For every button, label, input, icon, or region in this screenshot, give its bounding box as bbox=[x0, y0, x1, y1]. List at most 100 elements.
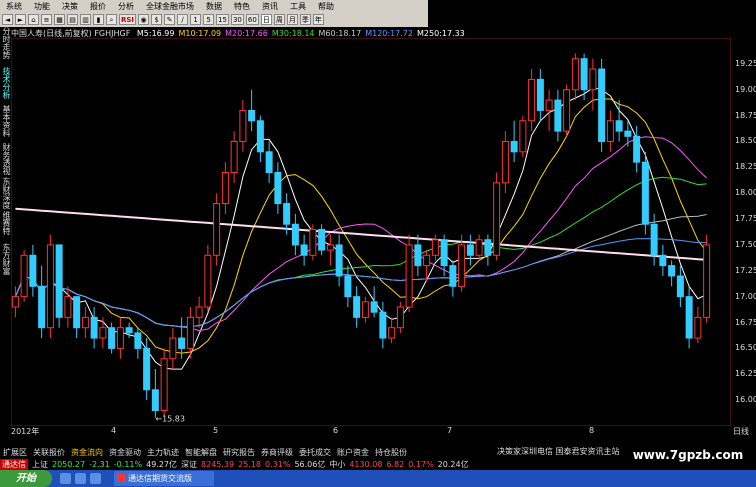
candle-body bbox=[160, 358, 168, 411]
period-year[interactable]: 年 bbox=[312, 14, 324, 25]
menu-item[interactable]: 工具 bbox=[284, 1, 312, 12]
date-tick: 5 bbox=[213, 426, 219, 435]
index-sh-value: 2050.27 bbox=[52, 459, 86, 469]
candle-body bbox=[265, 151, 273, 174]
bottom-tab[interactable]: 主力轨迹 bbox=[144, 447, 182, 458]
candle-body bbox=[405, 244, 413, 308]
candle-body bbox=[615, 120, 623, 132]
candlestick-chart[interactable]: ←15.83 bbox=[11, 38, 731, 426]
candle-body bbox=[659, 254, 667, 267]
taskbar: 开始 通达信期货交流版 bbox=[0, 470, 756, 487]
dollar-icon[interactable]: $ bbox=[151, 14, 163, 25]
ma-value: M10:17.09 bbox=[178, 29, 222, 38]
price-tick: 16.00 bbox=[735, 395, 756, 405]
watermark: www.7gpzb.com bbox=[620, 440, 756, 470]
left-tab[interactable]: 东财深度 bbox=[0, 177, 11, 209]
left-tab[interactable]: 财务透视 bbox=[0, 143, 11, 175]
candle-body bbox=[116, 327, 124, 349]
period-month[interactable]: 月 bbox=[286, 14, 298, 25]
bottom-tab[interactable]: 研究报告 bbox=[220, 447, 258, 458]
index-sz-change: 25.18 bbox=[238, 459, 262, 469]
bottom-tab[interactable]: 委托成交 bbox=[296, 447, 334, 458]
bar-icon[interactable]: ▥ bbox=[80, 14, 91, 25]
bottom-tab[interactable]: 账户资金 bbox=[334, 447, 372, 458]
left-tab[interactable]: 维赛特 bbox=[0, 211, 11, 235]
menu-item[interactable]: 报价 bbox=[84, 1, 112, 12]
candle-body bbox=[326, 244, 334, 251]
back-icon[interactable]: ◄ bbox=[2, 14, 13, 25]
search-icon[interactable]: ⌕ bbox=[106, 14, 117, 25]
menu-item[interactable]: 决策 bbox=[56, 1, 84, 12]
bottom-tab[interactable]: 资金流向 bbox=[68, 447, 106, 458]
taskbar-app[interactable]: 通达信期货交流版 bbox=[114, 471, 214, 486]
bottom-tab[interactable]: 扩展区 bbox=[0, 447, 30, 458]
home-icon[interactable]: ⌂ bbox=[28, 14, 39, 25]
candle-body bbox=[423, 254, 431, 267]
bottom-tab[interactable]: 资金驱动 bbox=[106, 447, 144, 458]
price-tick: 18.00 bbox=[735, 188, 756, 198]
rsi-button[interactable]: RSI bbox=[119, 14, 137, 25]
candle-body bbox=[335, 244, 343, 277]
grid-icon[interactable]: ▦ bbox=[54, 14, 65, 25]
candle-body bbox=[55, 244, 63, 318]
candle-body bbox=[606, 120, 614, 142]
period-day[interactable]: 日 bbox=[260, 14, 272, 25]
period-week[interactable]: 周 bbox=[273, 14, 285, 25]
menu-item[interactable]: 全球金融市场 bbox=[140, 1, 200, 12]
period-quarter[interactable]: 季 bbox=[299, 14, 311, 25]
index-sme-name: 中小 bbox=[329, 459, 346, 469]
desktop-icon[interactable] bbox=[90, 473, 101, 484]
candle-body bbox=[633, 135, 641, 163]
price-tick: 18.50 bbox=[735, 136, 756, 146]
menu-item[interactable]: 分析 bbox=[112, 1, 140, 12]
bottom-tab[interactable]: 智能解盘 bbox=[182, 447, 220, 458]
left-tab[interactable]: 东方财富 bbox=[0, 243, 11, 275]
index-sh-amount: 49.27亿 bbox=[146, 459, 178, 469]
ie-icon[interactable] bbox=[60, 473, 71, 484]
bottom-tab[interactable]: 券商评级 bbox=[258, 447, 296, 458]
candle-body bbox=[414, 244, 422, 267]
period-5[interactable]: 5 bbox=[203, 14, 215, 25]
period-15[interactable]: 15 bbox=[216, 14, 229, 25]
candle-icon[interactable]: ▮ bbox=[93, 14, 104, 25]
candle-body bbox=[178, 337, 186, 349]
menu-item[interactable]: 数据 bbox=[200, 1, 228, 12]
left-tab[interactable]: 基本资料 bbox=[0, 105, 11, 137]
candle-body bbox=[475, 239, 483, 256]
index-sz-amount: 56.06亿 bbox=[294, 459, 326, 469]
pen-icon[interactable]: ✎ bbox=[164, 14, 176, 25]
index-sme-amount: 20.24亿 bbox=[437, 459, 469, 469]
period-60[interactable]: 60 bbox=[245, 14, 259, 25]
menu-item[interactable]: 特色 bbox=[228, 1, 256, 12]
price-tick: 16.25 bbox=[735, 369, 756, 379]
candle-body bbox=[256, 120, 264, 153]
menu-item[interactable]: 系统 bbox=[0, 1, 28, 12]
candle-body bbox=[353, 296, 361, 318]
menu-item[interactable]: 资讯 bbox=[256, 1, 284, 12]
ma250-line bbox=[15, 207, 707, 261]
period-30[interactable]: 30 bbox=[230, 14, 244, 25]
start-button[interactable]: 开始 bbox=[0, 470, 52, 487]
bottom-tab[interactable]: 关联报价 bbox=[30, 447, 68, 458]
candle-body bbox=[108, 327, 116, 349]
menu-item[interactable]: 帮助 bbox=[312, 1, 340, 12]
folder-icon[interactable] bbox=[75, 473, 86, 484]
left-tab[interactable]: 分时走势 bbox=[0, 27, 11, 59]
candle-body bbox=[221, 172, 229, 205]
bottom-tab[interactable]: 持仓股份 bbox=[372, 447, 410, 458]
period-1[interactable]: 1 bbox=[190, 14, 202, 25]
candle-body bbox=[641, 161, 649, 225]
index-sz-pct: 0.31% bbox=[265, 459, 291, 469]
ma-value: M250:17.33 bbox=[417, 29, 465, 38]
candle-body bbox=[239, 109, 247, 142]
chart-icon[interactable]: ▤ bbox=[67, 14, 78, 25]
left-tab[interactable]: 技术分析 bbox=[0, 67, 11, 99]
menu-item[interactable]: 功能 bbox=[28, 1, 56, 12]
draw-icon[interactable]: ∕ bbox=[177, 14, 189, 25]
forward-icon[interactable]: ► bbox=[15, 14, 26, 25]
index-sz-name: 深证 bbox=[181, 459, 198, 469]
price-tick: 18.25 bbox=[735, 162, 756, 172]
candle-body bbox=[685, 296, 693, 339]
list-icon[interactable]: ≡ bbox=[41, 14, 52, 25]
globe-icon[interactable]: ◉ bbox=[138, 14, 150, 25]
